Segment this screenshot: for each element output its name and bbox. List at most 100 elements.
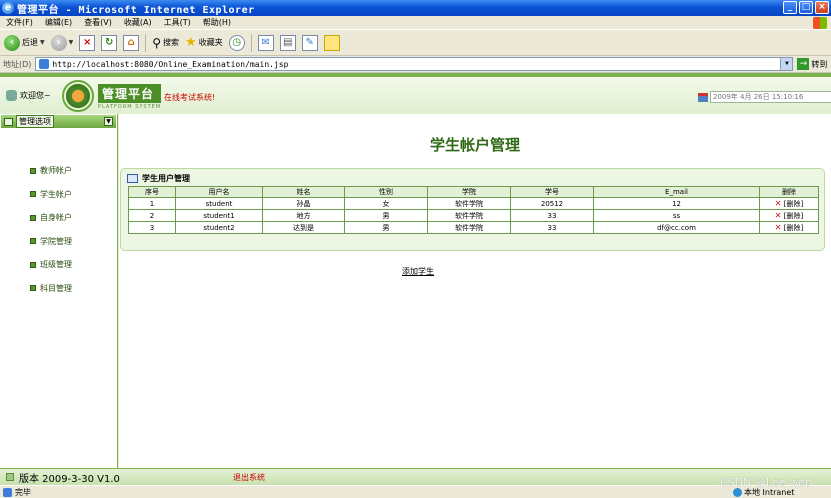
sidebar-item-college-management[interactable]: 学院管理 [0, 230, 117, 254]
students-table: 序号 用户名 姓名 性别 学院 学号 E_mail 删除 1 student 孙… [128, 186, 819, 234]
folder-icon[interactable] [323, 34, 340, 51]
home-icon[interactable]: ⌂ [123, 34, 140, 51]
print-icon[interactable]: ▤ [279, 34, 296, 51]
browser-statusbar: 完毕 本地 Intranet [0, 485, 831, 498]
window-icon [127, 174, 138, 183]
sidebar-item-student-accounts[interactable]: 学生帐户 [0, 183, 117, 207]
chevron-down-icon[interactable]: ▼ [69, 39, 74, 46]
cell-gender: 男 [344, 209, 428, 222]
datetime-text: 2009年 4月 26日 15:10:16 [710, 91, 831, 103]
sidebar-item-class-management[interactable]: 班级管理 [0, 253, 117, 277]
search-label: 搜索 [163, 38, 180, 47]
cell-email: ss [593, 209, 760, 222]
app-footer: 版本 2009-3-30 V1.0 退出系统 [0, 468, 831, 485]
menu-favorites[interactable]: 收藏(A) [118, 17, 158, 28]
cell-name: 孙晶 [262, 197, 345, 210]
favorites-button[interactable]: ★ 收藏夹 [185, 35, 223, 50]
table-row: 2 student1 地方 男 软件学院 33 ss ✕ [删除] [128, 209, 819, 222]
maximize-button[interactable]: □ [799, 1, 813, 14]
close-button[interactable]: × [815, 1, 829, 14]
system-name: 在线考试系统! [164, 93, 216, 102]
forward-arrow-icon: › [50, 34, 67, 51]
student-users-panel: 学生用户管理 序号 用户名 姓名 性别 学院 学号 E_mail 删除 1 st… [120, 168, 825, 251]
address-input[interactable]: http://localhost:8080/Online_Examination… [35, 57, 794, 71]
column-header-no: 序号 [128, 186, 176, 198]
bullet-icon [30, 167, 36, 174]
datetime-display: 2009年 4月 26日 15:10:16 [698, 91, 831, 103]
forward-button[interactable]: › ▼ [50, 34, 74, 51]
watermark: CSDN @Lee-web [720, 476, 813, 489]
menu-view[interactable]: 查看(V) [78, 17, 118, 28]
browser-toolbar: ‹ 后退 ▼ › ▼ × ↻ ⌂ ⚲ 搜索 ★ 收藏夹 ◷ ✉ ▤ ✎ [0, 30, 831, 56]
favorites-label: 收藏夹 [198, 38, 223, 47]
menu-tools[interactable]: 工具(T) [158, 17, 197, 28]
go-button[interactable]: → 转到 [797, 58, 827, 70]
delete-link[interactable]: [删除] [784, 200, 803, 208]
brand-title: 管理平台 [98, 84, 162, 103]
chevron-down-icon[interactable]: ▼ [40, 39, 45, 46]
menu-help[interactable]: 帮助(H) [197, 17, 237, 28]
windows-logo-icon [813, 17, 827, 29]
delete-link[interactable]: [删除] [784, 212, 803, 220]
go-label: 转到 [811, 59, 828, 69]
page-title: 学生帐户管理 [429, 136, 520, 154]
column-header-student-id: 学号 [510, 186, 594, 198]
delete-icon[interactable]: ✕ [775, 211, 782, 220]
back-label: 后退 [22, 38, 38, 47]
mail-icon[interactable]: ✉ [257, 34, 274, 51]
bullet-icon [30, 261, 36, 268]
chevron-down-icon[interactable]: ▼ [780, 58, 793, 70]
sidebar-item-own-account[interactable]: 自身帐户 [0, 206, 117, 230]
sidebar: 管理选项 ▼ 教师帐户 学生帐户 自身帐户 学院管理 班级管理 科目管理 [0, 114, 118, 468]
ie-icon: e [2, 2, 14, 14]
star-icon: ★ [185, 35, 197, 50]
table-row: 3 student2 达到是 男 软件学院 33 df@cc.com ✕ [删除… [128, 221, 819, 234]
history-icon[interactable]: ◷ [228, 34, 245, 51]
brand-subtitle: PLATFORM SYSTEM [98, 104, 162, 110]
cell-gender: 男 [344, 221, 428, 234]
sidebar-item-label: 科目管理 [40, 283, 72, 293]
menu-file[interactable]: 文件(F) [0, 17, 39, 28]
menu-edit[interactable]: 编辑(E) [39, 17, 78, 28]
collapse-icon[interactable]: ▼ [104, 117, 113, 126]
sidebar-title: 管理选项 [16, 115, 54, 128]
cell-student-id: 33 [510, 221, 594, 234]
back-button[interactable]: ‹ 后退 ▼ [4, 34, 45, 51]
delete-icon[interactable]: ✕ [775, 223, 782, 232]
cell-college: 软件学院 [427, 209, 511, 222]
bullet-icon [30, 214, 36, 221]
address-bar: 地址(D) http://localhost:8080/Online_Exami… [0, 56, 831, 73]
sidebar-item-label: 教师帐户 [40, 166, 72, 176]
sidebar-item-label: 班级管理 [40, 260, 72, 270]
sidebar-item-teacher-accounts[interactable]: 教师帐户 [0, 159, 117, 183]
sidebar-item-label: 学生帐户 [40, 189, 72, 199]
edit-icon[interactable]: ✎ [301, 34, 318, 51]
add-student-link[interactable]: 添加学生 [119, 266, 717, 277]
search-button[interactable]: ⚲ 搜索 [152, 36, 179, 50]
address-url[interactable]: http://localhost:8080/Online_Examination… [52, 60, 780, 69]
cell-username: student [175, 197, 263, 210]
cell-gender: 女 [344, 197, 428, 210]
delete-icon[interactable]: ✕ [775, 199, 782, 208]
bullet-icon [30, 191, 36, 198]
cell-student-id: 33 [510, 209, 594, 222]
minimize-button[interactable]: _ [783, 1, 797, 14]
table-header-row: 序号 用户名 姓名 性别 学院 学号 E_mail 删除 [128, 186, 819, 198]
cell-email: 12 [593, 197, 760, 210]
cell-no: 3 [128, 221, 176, 234]
go-arrow-icon: → [797, 58, 810, 70]
column-header-delete: 删除 [759, 186, 819, 198]
refresh-icon[interactable]: ↻ [101, 34, 118, 51]
logout-link[interactable]: 退出系统 [233, 472, 265, 483]
panel-header: 学生用户管理 [121, 169, 824, 184]
main-content: 学生帐户管理 学生用户管理 序号 用户名 姓名 性别 学院 学号 E_mail … [119, 114, 831, 468]
bullet-icon [30, 238, 36, 245]
window-titlebar: e 管理平台 - Microsoft Internet Explorer _ □… [0, 0, 831, 16]
status-text: 完毕 [15, 487, 31, 497]
delete-link[interactable]: [删除] [784, 224, 803, 232]
cell-no: 1 [128, 197, 176, 210]
user-icon [6, 90, 17, 101]
sidebar-item-subject-management[interactable]: 科目管理 [0, 277, 117, 301]
stop-icon[interactable]: × [79, 34, 96, 51]
column-header-name: 姓名 [262, 186, 345, 198]
